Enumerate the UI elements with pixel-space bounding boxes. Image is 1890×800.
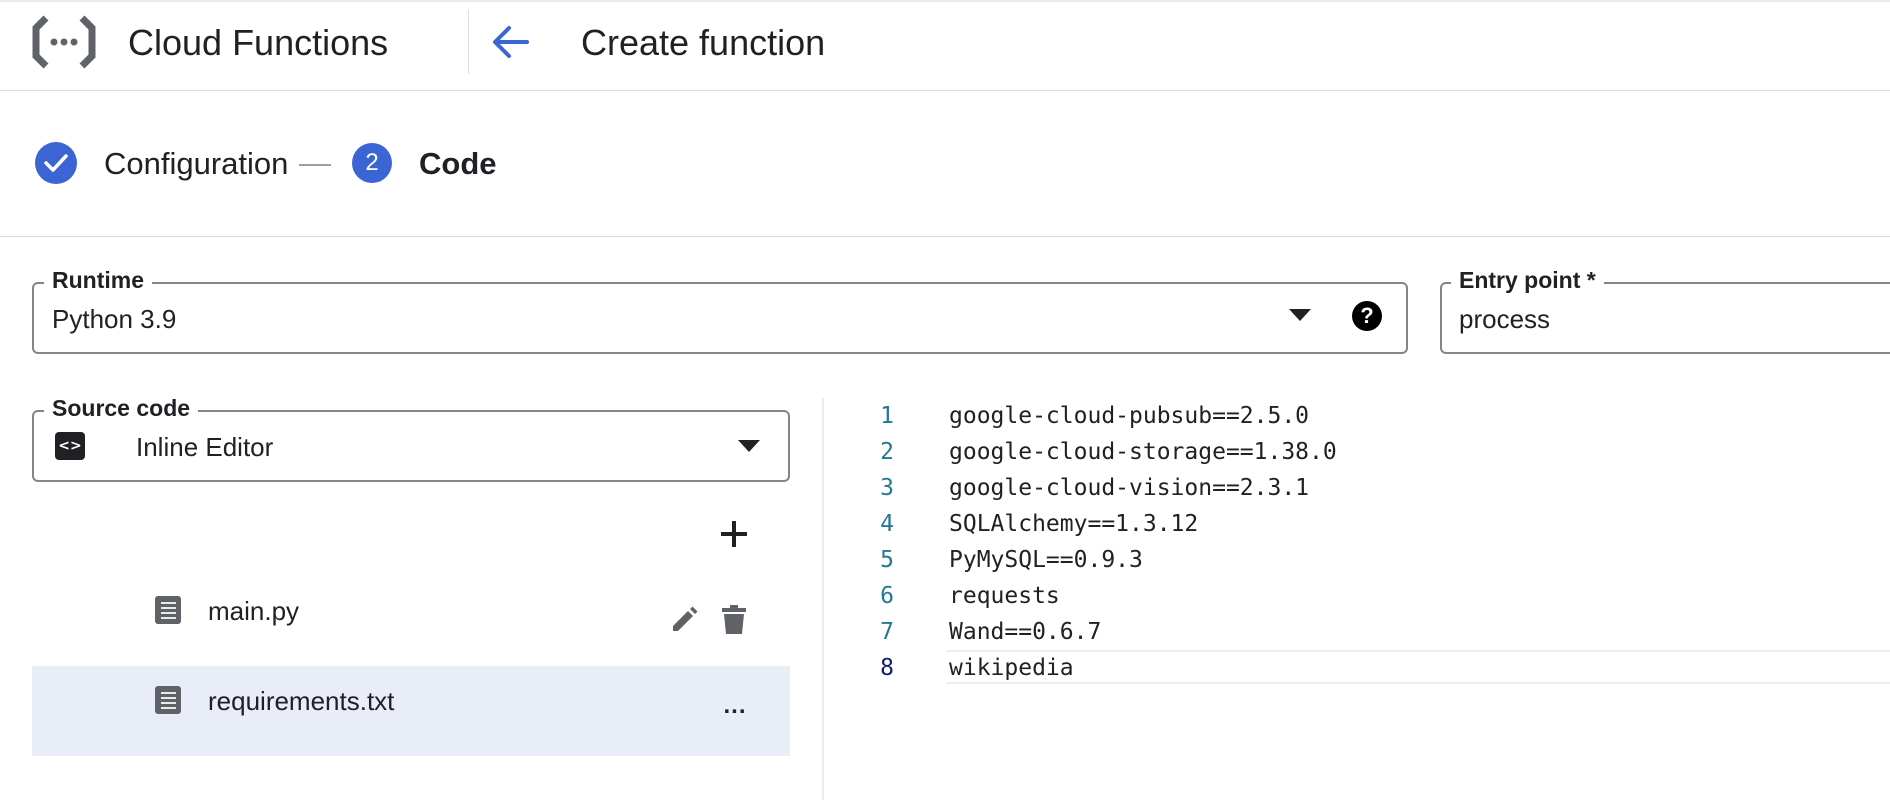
source-code-label: Source code bbox=[44, 395, 199, 422]
step-code: Code bbox=[419, 146, 497, 181]
step-connector bbox=[299, 164, 331, 166]
step-configuration[interactable]: Configuration bbox=[104, 146, 288, 182]
arrow-back-icon bbox=[493, 26, 529, 58]
back-button[interactable] bbox=[486, 18, 534, 66]
trash-icon bbox=[722, 605, 746, 634]
line-number: 6 bbox=[880, 583, 894, 609]
header-divider bbox=[468, 10, 469, 74]
page-title: Create function bbox=[581, 22, 826, 63]
line-text[interactable]: requests bbox=[949, 578, 1060, 614]
code-line: 4 SQLAlchemy==1.3.12 bbox=[826, 506, 1890, 542]
current-line-highlight bbox=[946, 650, 1890, 684]
line-number: 4 bbox=[880, 511, 894, 537]
entry-point-label: Entry point * bbox=[1451, 267, 1604, 294]
line-text[interactable]: SQLAlchemy==1.3.12 bbox=[949, 506, 1198, 542]
file-icon bbox=[155, 596, 181, 624]
step-complete-check-icon bbox=[35, 142, 77, 184]
line-number: 7 bbox=[880, 619, 894, 645]
file-icon bbox=[155, 686, 181, 714]
line-number: 5 bbox=[880, 547, 894, 573]
file-row-main-py[interactable]: main.py bbox=[32, 578, 790, 668]
add-file-button[interactable] bbox=[716, 516, 752, 552]
dropdown-arrow-icon[interactable] bbox=[738, 440, 760, 452]
file-row-requirements-txt[interactable]: requirements.txt ... bbox=[32, 666, 790, 756]
line-number: 1 bbox=[880, 403, 894, 429]
code-line: 6 requests bbox=[826, 578, 1890, 614]
code-icon: <> bbox=[55, 432, 85, 460]
code-line: 2 google-cloud-storage==1.38.0 bbox=[826, 434, 1890, 470]
edit-file-button[interactable] bbox=[666, 602, 702, 638]
line-text[interactable]: google-cloud-pubsub==2.5.0 bbox=[949, 398, 1309, 434]
more-options-icon[interactable]: ... bbox=[715, 688, 755, 724]
runtime-select[interactable] bbox=[32, 282, 1408, 354]
panel-divider bbox=[822, 398, 824, 800]
code-line: 3 google-cloud-vision==2.3.1 bbox=[826, 470, 1890, 506]
code-line: 7 Wand==0.6.7 bbox=[826, 614, 1890, 650]
pencil-icon bbox=[673, 606, 698, 631]
line-number: 8 bbox=[880, 655, 894, 681]
runtime-value: Python 3.9 bbox=[52, 304, 177, 334]
file-name: main.py bbox=[208, 596, 300, 626]
dropdown-arrow-icon[interactable] bbox=[1289, 309, 1311, 321]
cloud-functions-logo-icon bbox=[32, 14, 96, 70]
code-line-current: 8 wikipedia bbox=[826, 650, 1890, 686]
delete-file-button[interactable] bbox=[716, 602, 752, 638]
runtime-label: Runtime bbox=[44, 267, 152, 294]
line-text[interactable]: google-cloud-vision==2.3.1 bbox=[949, 470, 1309, 506]
line-text[interactable]: PyMySQL==0.9.3 bbox=[949, 542, 1143, 578]
help-icon[interactable]: ? bbox=[1352, 301, 1382, 331]
entry-point-value[interactable]: process bbox=[1459, 304, 1550, 335]
step-number-badge: 2 bbox=[352, 143, 392, 183]
line-text[interactable]: google-cloud-storage==1.38.0 bbox=[949, 434, 1337, 470]
line-text[interactable]: wikipedia bbox=[949, 650, 1074, 686]
app-title: Cloud Functions bbox=[128, 22, 389, 63]
code-line: 5 PyMySQL==0.9.3 bbox=[826, 542, 1890, 578]
file-name: requirements.txt bbox=[208, 686, 395, 716]
line-number: 3 bbox=[880, 475, 894, 501]
code-editor[interactable]: 1 google-cloud-pubsub==2.5.0 2 google-cl… bbox=[826, 398, 1890, 800]
line-text[interactable]: Wand==0.6.7 bbox=[949, 614, 1101, 650]
code-line: 1 google-cloud-pubsub==2.5.0 bbox=[826, 398, 1890, 434]
stepper-divider bbox=[0, 236, 1890, 237]
line-number: 2 bbox=[880, 439, 894, 465]
source-code-value: Inline Editor bbox=[136, 432, 274, 462]
plus-icon bbox=[721, 521, 747, 547]
